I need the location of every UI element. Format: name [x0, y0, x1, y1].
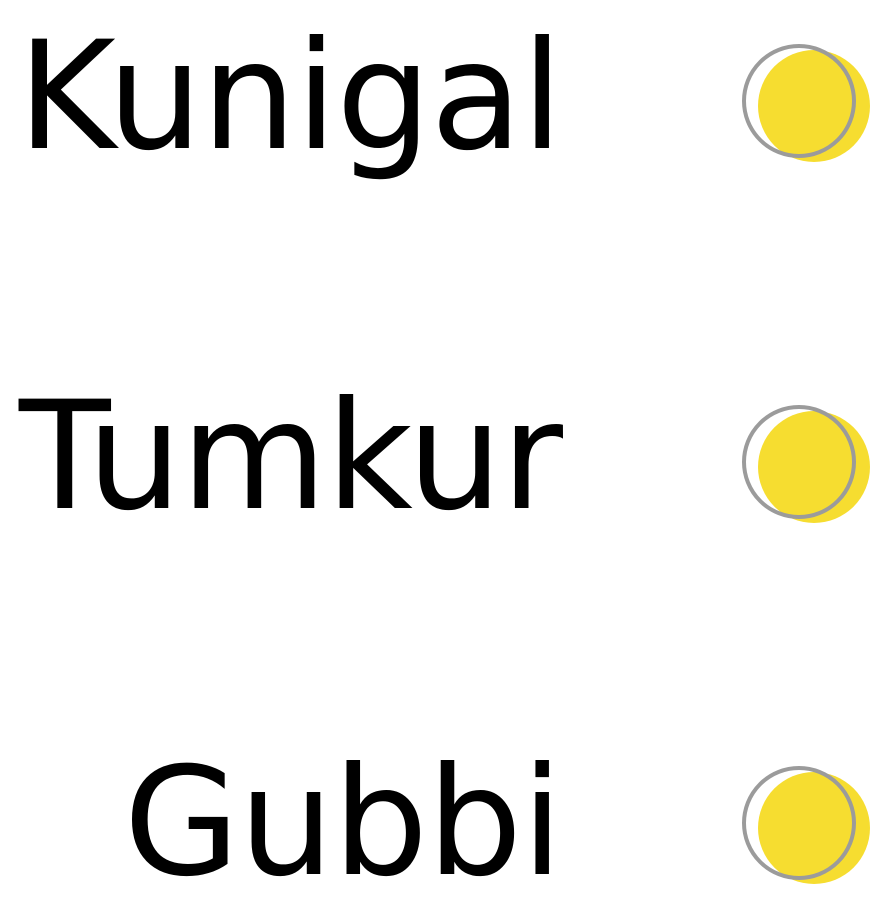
stop-label: Tumkur	[18, 370, 563, 544]
stop-marker-icon[interactable]	[742, 44, 872, 164]
stop-label: Kunigal	[17, 10, 563, 184]
stop-label: Gubbi	[123, 736, 563, 910]
marker-ring	[742, 405, 856, 519]
stop-kunigal: Kunigal	[0, 0, 892, 200]
stop-tumkur: Tumkur	[0, 360, 892, 560]
stop-marker-icon[interactable]	[742, 405, 872, 525]
stop-marker-icon[interactable]	[742, 766, 872, 886]
marker-ring	[742, 44, 856, 158]
marker-ring	[742, 766, 856, 880]
stop-gubbi: Gubbi	[0, 720, 892, 920]
